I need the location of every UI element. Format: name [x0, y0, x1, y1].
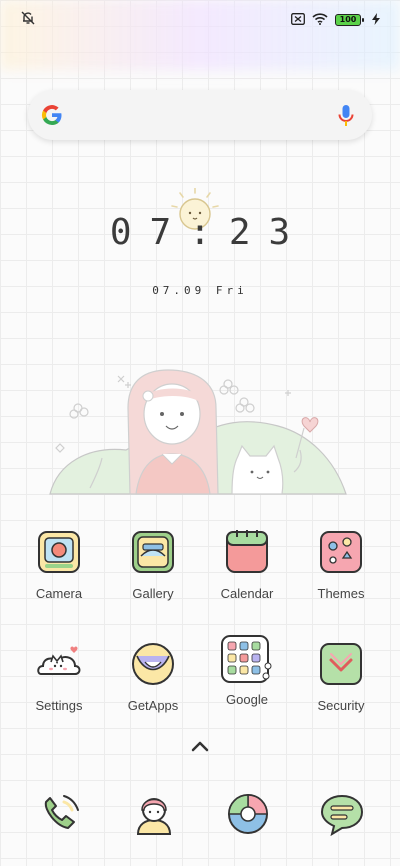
dock-browser[interactable]	[224, 790, 272, 838]
battery-level: 100	[339, 14, 357, 24]
clock-time[interactable]: 07:23	[0, 212, 400, 253]
phone-icon	[44, 795, 79, 829]
google-folder-icon	[221, 635, 272, 683]
app-label: GetApps	[127, 698, 179, 713]
messages-icon	[320, 794, 364, 837]
camera-icon	[38, 531, 80, 573]
app-getapps[interactable]: GetApps	[108, 640, 198, 713]
app-gallery[interactable]: Gallery	[108, 528, 198, 601]
girl-cat-illustration	[48, 368, 352, 512]
security-icon	[320, 643, 362, 685]
app-label: Gallery	[132, 586, 174, 601]
status-bar: 100	[0, 0, 400, 36]
app-calendar[interactable]: Calendar	[202, 528, 292, 601]
wifi-icon	[312, 10, 328, 29]
settings-icon	[37, 646, 81, 675]
app-security[interactable]: Security	[296, 640, 386, 713]
battery-indicator: 100	[335, 13, 364, 26]
dock-phone[interactable]	[36, 790, 84, 838]
google-search-bar[interactable]	[28, 90, 372, 140]
calendar-icon	[226, 530, 268, 573]
charging-bolt-icon	[372, 10, 380, 29]
app-settings[interactable]: Settings	[14, 640, 104, 713]
app-themes[interactable]: Themes	[296, 528, 386, 601]
app-label: Themes	[317, 586, 365, 601]
app-label: Settings	[35, 698, 83, 713]
clock-date: 07.09 Fri	[152, 284, 248, 297]
no-sim-icon	[291, 10, 305, 29]
themes-icon	[320, 531, 362, 573]
app-label: Google	[226, 692, 268, 707]
app-google-folder[interactable]: Google	[202, 634, 292, 707]
google-logo-icon	[40, 103, 64, 131]
voice-search-mic-icon[interactable]	[338, 104, 354, 132]
dock-messages[interactable]	[318, 790, 366, 838]
gallery-icon	[132, 531, 174, 573]
app-drawer-chevron-up-icon[interactable]	[190, 738, 210, 757]
getapps-icon	[132, 643, 174, 685]
app-camera[interactable]: Camera	[14, 528, 104, 601]
browser-icon	[228, 794, 268, 834]
app-label: Security	[317, 698, 365, 713]
dock-contacts[interactable]	[130, 790, 178, 838]
app-label: Camera	[35, 586, 83, 601]
do-not-disturb-icon	[20, 10, 36, 30]
contacts-icon	[136, 798, 172, 835]
app-label: Calendar	[220, 586, 274, 601]
